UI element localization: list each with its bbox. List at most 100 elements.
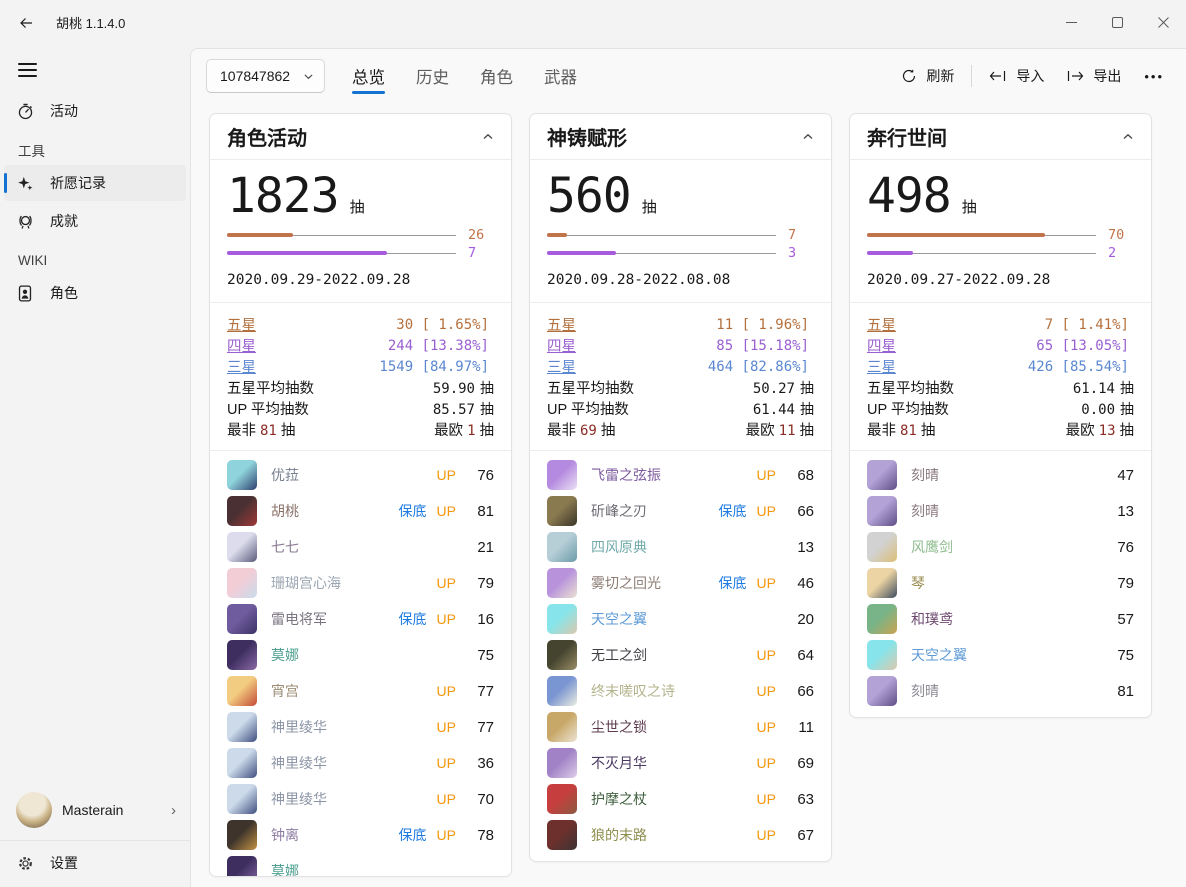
pull-item: 雾切之回光 保底 UP 46 [547,565,814,601]
collapse-chevron-icon[interactable] [802,131,814,143]
extreme-stat-row: 最非81抽 最欧13抽 [867,419,1134,440]
uid-value: 107847862 [220,68,290,84]
item-avatar [227,604,257,634]
total-pulls-unit: 抽 [642,196,657,217]
export-button[interactable]: 导出 [1055,59,1132,93]
item-name: 雾切之回光 [591,573,709,593]
sidebar-item-活动[interactable]: 活动 [4,93,186,129]
pull-count: 66 [788,683,814,700]
item-avatar [227,784,257,814]
titlebar: 胡桃 1.1.4.0 [0,0,1186,45]
minimize-button[interactable] [1048,0,1094,45]
window-controls [1048,0,1186,45]
up-badge: UP [757,467,776,483]
up-badge: UP [757,575,776,591]
up-badge: UP [437,755,456,771]
close-icon [1158,17,1169,28]
banner-expander-header[interactable]: 神铸赋形 [530,114,831,160]
tab-bar: 总览历史角色武器 [345,57,584,95]
up-badge: UP [757,719,776,735]
tab-历史[interactable]: 历史 [409,57,456,95]
stat-row: UP 平均抽数 61.44抽 [547,398,814,419]
item-name: 护摩之杖 [591,789,747,809]
item-name: 胡桃 [271,501,389,521]
item-avatar [227,640,257,670]
up-badge: UP [437,683,456,699]
pull-item: 无工之剑 UP 64 [547,637,814,673]
stat-row: 五星平均抽数 59.90抽 [227,377,494,398]
sidebar-section-header: WIKI [4,247,186,273]
uid-dropdown[interactable]: 107847862 [206,59,325,93]
tab-总览[interactable]: 总览 [345,57,392,95]
sidebar-item-成就[interactable]: 成就 [4,203,186,239]
total-pulls-unit: 抽 [350,196,365,217]
refresh-label: 刷新 [926,66,954,86]
more-button[interactable]: ••• [1132,59,1176,93]
pull-item: 优菈 UP 76 [227,457,494,493]
collapse-chevron-icon[interactable] [1122,131,1134,143]
up-badge: UP [757,683,776,699]
pull-count: 64 [788,647,814,664]
item-avatar [867,460,897,490]
up-badge: UP [757,791,776,807]
toolbar-actions: 刷新 导入 导出 ••• [890,59,1186,93]
pull-count: 76 [1108,539,1134,556]
date-range: 2020.09.29-2022.09.28 [227,272,494,288]
up-badge: UP [437,575,456,591]
item-avatar [547,568,577,598]
activity-icon [16,102,34,120]
user-card[interactable]: Masterain › [4,786,186,834]
pull-item: 琴 79 [867,565,1134,601]
tab-角色[interactable]: 角色 [473,57,520,95]
five-star-stat-row: 五星 7 [ 1.41%] [867,314,1134,335]
item-name: 刻晴 [911,465,1096,485]
pull-count: 75 [1108,647,1134,664]
up-badge: UP [757,647,776,663]
item-name: 天空之翼 [911,645,1096,665]
tab-武器[interactable]: 武器 [537,57,584,95]
item-avatar [227,820,257,850]
pull-item: 七七 21 [227,529,494,565]
sidebar-bottom: Masterain › 设置 [0,786,190,887]
pull-item: 斫峰之刃 保底 UP 66 [547,493,814,529]
extreme-stat-row: 最非69抽 最欧11抽 [547,419,814,440]
total-pulls-value: 1823 [227,167,339,225]
import-label: 导入 [1016,66,1044,86]
pull-item: 不灭月华 UP 69 [547,745,814,781]
export-label: 导出 [1093,66,1121,86]
item-name: 优菈 [271,465,427,485]
pull-item: 狼的末路 UP 67 [547,817,814,853]
four-star-pity-value: 2 [1108,245,1134,261]
pull-count: 11 [788,719,814,736]
guarantee-badge: 保底 [399,825,427,845]
pull-item: 宵宫 UP 77 [227,673,494,709]
item-avatar [547,640,577,670]
item-avatar [227,532,257,562]
pull-count: 21 [468,539,494,556]
item-avatar [227,460,257,490]
refresh-button[interactable]: 刷新 [890,59,965,93]
back-button[interactable] [10,7,42,39]
sidebar-item-settings[interactable]: 设置 [4,845,186,881]
item-avatar [227,856,257,877]
item-avatar [227,748,257,778]
pull-item: 钟离 保底 UP 78 [227,817,494,853]
banner-expander-header[interactable]: 角色活动 [210,114,511,160]
close-button[interactable] [1140,0,1186,45]
banner-expander-header[interactable]: 奔行世间 [850,114,1151,160]
sidebar-item-祈愿记录[interactable]: 祈愿记录 [4,165,186,201]
item-name: 宵宫 [271,681,427,701]
import-button[interactable]: 导入 [978,59,1055,93]
sidebar-item-角色[interactable]: 角色 [4,275,186,311]
pull-count: 81 [468,503,494,520]
sidebar-divider [0,840,190,841]
pull-count: 63 [788,791,814,808]
item-avatar [867,568,897,598]
maximize-button[interactable] [1094,0,1140,45]
sidebar-item-label: 成就 [50,211,78,231]
up-badge: UP [437,467,456,483]
hamburger-menu-button[interactable] [14,55,50,85]
collapse-chevron-icon[interactable] [482,131,494,143]
up-badge: UP [437,827,456,843]
pull-item: 和璞鸢 57 [867,601,1134,637]
